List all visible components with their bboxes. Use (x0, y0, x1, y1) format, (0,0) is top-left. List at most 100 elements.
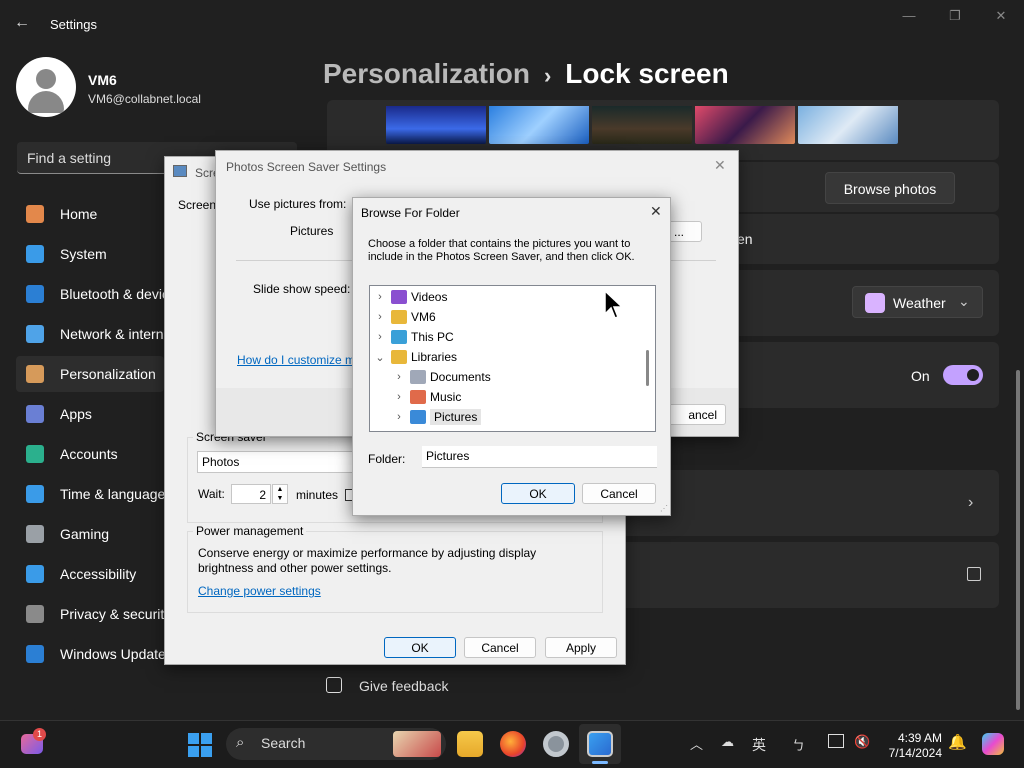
speaker-muted-icon[interactable]: 🔇 (854, 734, 870, 750)
copilot-icon[interactable] (982, 733, 1004, 755)
file-explorer-icon[interactable] (457, 731, 483, 757)
nav-icon (26, 565, 44, 583)
sidebar-item-gaming[interactable]: Gaming (16, 516, 164, 552)
nav-icon (26, 285, 44, 303)
folder-icon (391, 310, 407, 324)
search-highlight-icon (393, 731, 441, 757)
toggle-switch[interactable] (943, 365, 983, 385)
chevron-right-icon[interactable]: › (392, 411, 406, 423)
sidebar-item-apps[interactable]: Apps (16, 396, 164, 432)
maximize-button[interactable]: ❐ (943, 8, 967, 24)
minimize-button[interactable]: — (897, 8, 921, 23)
breadcrumb-chevron-icon: › (543, 63, 552, 88)
input-mode-icon[interactable]: ㄅ (792, 735, 805, 754)
sidebar-item-accessibility[interactable]: Accessibility (16, 556, 164, 592)
browse-instruction: Choose a folder that contains the pictur… (368, 238, 635, 263)
tree-item[interactable]: › Pictures (392, 407, 482, 427)
tree-item[interactable]: › This PC (373, 327, 454, 347)
screen-saver-taskbar-icon[interactable] (587, 731, 613, 757)
weather-dropdown[interactable]: Weather ⌄ (852, 286, 983, 318)
cloud-offline-icon[interactable]: ☁ (721, 734, 734, 750)
give-feedback-link[interactable]: Give feedback (359, 678, 449, 694)
photo-thumbnail[interactable] (695, 106, 795, 144)
chevron-right-icon[interactable]: › (392, 391, 406, 403)
close-icon[interactable]: ✕ (650, 203, 662, 220)
photo-thumbnail[interactable] (798, 106, 898, 144)
sidebar-item-label: Home (60, 206, 98, 222)
change-power-settings-link[interactable]: Change power settings (198, 584, 321, 598)
tree-item[interactable]: ⌄ Libraries (373, 347, 457, 367)
notification-badge: 1 (33, 728, 46, 741)
settings-gear-icon[interactable] (543, 731, 569, 757)
browse-photos-button[interactable]: Browse photos (825, 172, 955, 204)
chevron-right-icon[interactable]: › (373, 311, 387, 323)
sidebar-item-label: Gaming (60, 526, 110, 542)
ok-button[interactable]: OK (384, 637, 456, 658)
photo-thumbnail[interactable] (489, 106, 589, 144)
photos-cancel-button[interactable]: ancel (666, 404, 726, 425)
folder-input[interactable]: Pictures (422, 446, 657, 468)
tree-item-label: Libraries (411, 350, 458, 364)
close-icon[interactable]: ✕ (714, 157, 726, 174)
sidebar-item-network-internet[interactable]: Network & internet (16, 316, 164, 352)
tree-item[interactable]: › Music (392, 387, 461, 407)
tree-item[interactable]: › VM6 (373, 307, 436, 327)
scrollbar[interactable] (1016, 370, 1020, 710)
cancel-button[interactable]: Cancel (464, 637, 536, 658)
sidebar-item-home[interactable]: Home (16, 196, 164, 232)
chevron-up-icon[interactable]: ︿ (690, 734, 703, 753)
page-title: Lock screen (565, 58, 729, 89)
chevron-right-icon[interactable]: › (392, 371, 406, 383)
chevron-down-icon: ⌄ (958, 293, 970, 309)
breadcrumb-parent[interactable]: Personalization (323, 58, 530, 89)
sidebar-item-system[interactable]: System (16, 236, 164, 272)
browse-ok-button[interactable]: OK (501, 483, 575, 504)
tree-item[interactable]: › Documents (392, 367, 491, 387)
start-icon[interactable] (188, 733, 212, 757)
nav-icon (26, 525, 44, 543)
chevron-down-icon[interactable]: ⌄ (373, 351, 387, 364)
clock-time: 4:39 AM (897, 731, 942, 745)
wait-label: Wait: (198, 487, 225, 501)
tree-item-label: This PC (411, 330, 454, 344)
tree-item-label: Pictures (430, 409, 482, 425)
sidebar-item-label: Apps (60, 406, 92, 422)
power-description: Conserve energy or maximize performance … (198, 546, 537, 575)
chevron-right-icon[interactable]: › (373, 331, 387, 343)
ime-indicator[interactable]: 英 (752, 735, 766, 755)
notification-bell-icon[interactable]: 🔔 (948, 733, 967, 751)
wait-input[interactable]: 2 (231, 484, 271, 504)
tree-item[interactable]: › Videos (373, 287, 447, 307)
sidebar-item-label: Personalization (60, 366, 156, 382)
feedback-icon (326, 677, 342, 693)
photo-thumbnail[interactable] (592, 106, 692, 144)
avatar[interactable] (16, 57, 76, 117)
tree-scrollbar[interactable] (646, 350, 649, 386)
external-link-icon (967, 567, 981, 581)
close-button[interactable]: ✕ (989, 8, 1013, 24)
tree-item-label: Music (430, 390, 462, 404)
taskbar-clock[interactable]: 4:39 AM 7/14/2024 (878, 731, 942, 761)
user-name: VM6 (88, 72, 117, 88)
sidebar-item-label: Windows Update (60, 646, 164, 662)
resize-grip-icon[interactable]: ⋰ (660, 504, 668, 513)
firefox-icon[interactable] (500, 731, 526, 757)
sidebar-item-personalization[interactable]: Personalization (16, 356, 164, 392)
wait-spinner[interactable]: ▲ ▼ (272, 484, 288, 504)
chevron-right-icon[interactable]: › (373, 291, 387, 303)
tree-item-label: Videos (411, 290, 448, 304)
chevron-right-icon: › (968, 494, 974, 511)
sidebar-item-privacy-security[interactable]: Privacy & security (16, 596, 164, 632)
sidebar-item-accounts[interactable]: Accounts (16, 436, 164, 472)
customize-help-link[interactable]: How do I customize m (237, 353, 355, 367)
sidebar-item-time-language[interactable]: Time & language (16, 476, 164, 512)
sidebar-item-bluetooth-devices[interactable]: Bluetooth & devices (16, 276, 164, 312)
back-arrow-icon[interactable]: ← (14, 14, 30, 32)
sidebar-item-windows-update[interactable]: Windows Update (16, 636, 164, 672)
apply-button[interactable]: Apply (545, 637, 617, 658)
display-icon[interactable] (828, 734, 844, 748)
photo-thumbnail[interactable] (386, 106, 486, 144)
screen-card-label: en (737, 231, 753, 247)
folder-icon (410, 410, 426, 424)
browse-cancel-button[interactable]: Cancel (582, 483, 656, 504)
